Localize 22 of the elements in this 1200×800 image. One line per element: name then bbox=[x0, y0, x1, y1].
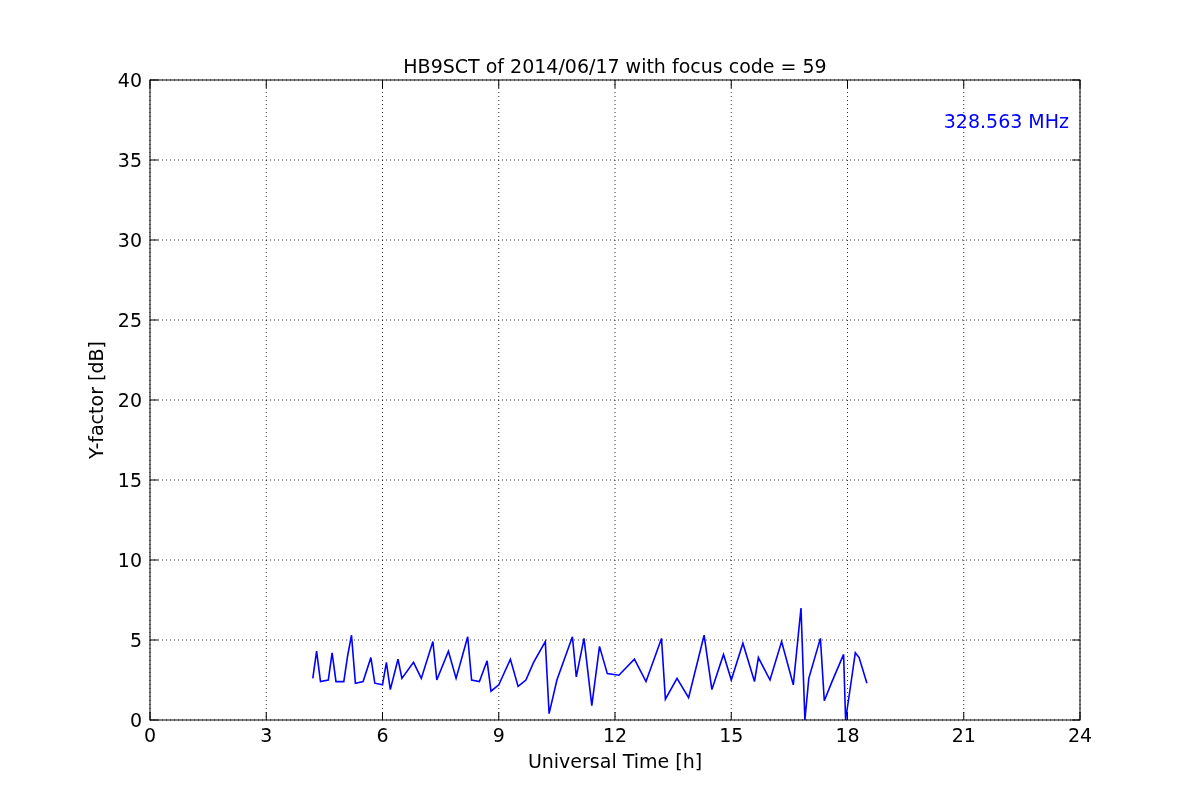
tick-label: 24 bbox=[1067, 724, 1093, 746]
tick-label: 15 bbox=[719, 724, 744, 746]
tick-label: 0 bbox=[129, 709, 142, 731]
tick-label: 18 bbox=[835, 724, 860, 746]
tick-label: 5 bbox=[129, 629, 142, 651]
tick-label: 21 bbox=[951, 724, 976, 746]
tick-label: 40 bbox=[117, 69, 142, 91]
tick-label: 30 bbox=[117, 229, 142, 251]
series-label: 328.563 MHz bbox=[943, 110, 1069, 132]
tick-label: 3 bbox=[260, 724, 273, 746]
tick-label: 9 bbox=[492, 724, 505, 746]
tick-label: 35 bbox=[117, 149, 142, 171]
tick-label: 6 bbox=[376, 724, 389, 746]
tick-label: 15 bbox=[117, 469, 142, 491]
tick-label: 12 bbox=[602, 724, 628, 746]
tick-label: 25 bbox=[117, 309, 142, 331]
tick-label: 20 bbox=[117, 389, 142, 411]
chart-title: HB9SCT of 2014/06/17 with focus code = 59 bbox=[403, 55, 827, 77]
axis-label: Y-factor [dB] bbox=[85, 341, 107, 459]
axis-label: Universal Time [h] bbox=[527, 750, 703, 772]
tick-label: 10 bbox=[117, 549, 142, 571]
tick-label: 0 bbox=[143, 724, 157, 746]
